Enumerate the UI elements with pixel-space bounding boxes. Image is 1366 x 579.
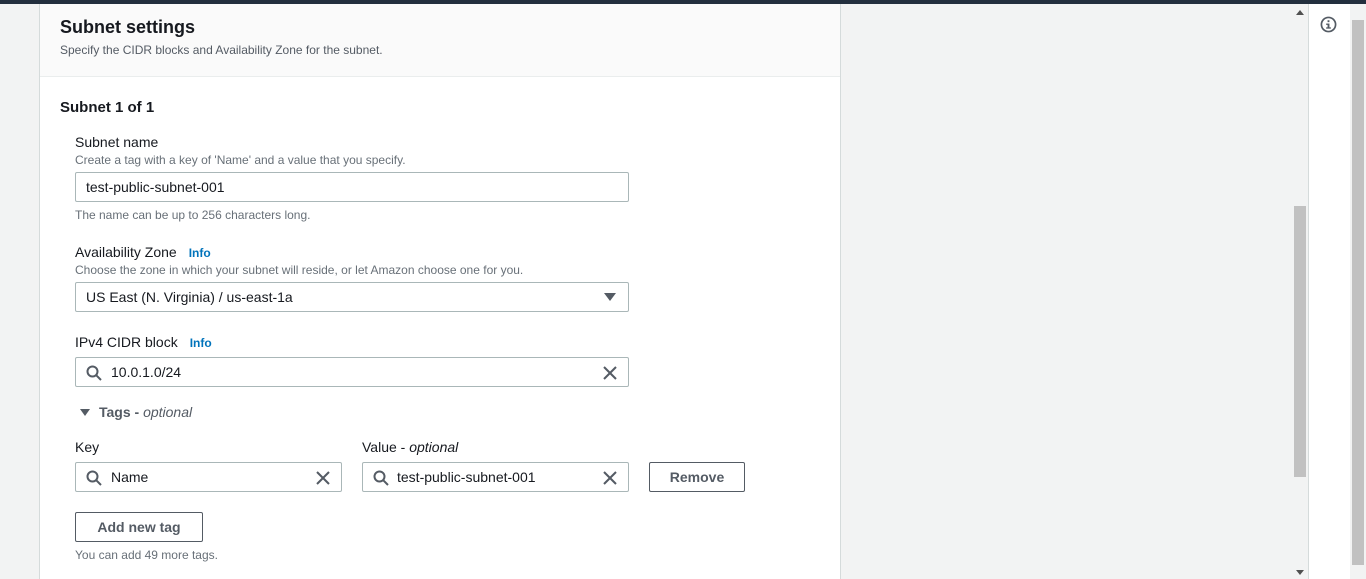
scroll-up-arrow-icon[interactable] xyxy=(1296,10,1304,15)
cidr-label-text: IPv4 CIDR block xyxy=(75,334,178,350)
close-icon[interactable] xyxy=(602,470,618,486)
main-scrollbar-thumb[interactable] xyxy=(1294,206,1306,477)
tag-value-optional: optional xyxy=(409,439,459,455)
availability-zone-info-link[interactable]: Info xyxy=(189,246,211,260)
right-scrollbar-thumb[interactable] xyxy=(1352,20,1364,565)
availability-zone-label-text: Availability Zone xyxy=(75,244,177,260)
close-icon[interactable] xyxy=(602,365,618,381)
panel-header: Subnet settings Specify the CIDR blocks … xyxy=(40,4,840,77)
search-icon xyxy=(86,365,102,381)
tags-toggle-optional: optional xyxy=(143,404,193,420)
cidr-value: 10.0.1.0/24 xyxy=(111,364,182,380)
tags-toggle-label: Tags - xyxy=(99,404,144,420)
availability-zone-label: Availability Zone Info xyxy=(75,244,211,260)
subnet-name-description: Create a tag with a key of 'Name' and a … xyxy=(75,153,406,167)
info-circle-icon[interactable] xyxy=(1320,16,1337,33)
cidr-info-link[interactable]: Info xyxy=(190,336,212,350)
page-background-area xyxy=(841,4,1308,579)
subnet-name-label: Subnet name xyxy=(75,134,159,150)
tag-value-input[interactable]: test-public-subnet-001 xyxy=(362,462,629,492)
remove-tag-button[interactable]: Remove xyxy=(649,462,745,492)
cidr-input[interactable]: 10.0.1.0/24 xyxy=(75,357,629,387)
tag-value-label-text: Value - xyxy=(362,439,410,455)
availability-zone-description: Choose the zone in which your subnet wil… xyxy=(75,263,524,277)
cidr-label: IPv4 CIDR block Info xyxy=(75,334,212,350)
subnet-settings-panel: Subnet settings Specify the CIDR blocks … xyxy=(39,4,841,579)
search-icon xyxy=(373,470,389,486)
close-icon[interactable] xyxy=(315,470,331,486)
subnet-heading: Subnet 1 of 1 xyxy=(60,99,155,116)
scroll-down-arrow-icon[interactable] xyxy=(1296,570,1304,575)
page-title: Subnet settings xyxy=(60,17,196,37)
tag-value-value: test-public-subnet-001 xyxy=(397,469,536,485)
caret-down-icon xyxy=(604,293,616,301)
add-new-tag-button[interactable]: Add new tag xyxy=(75,512,203,542)
subnet-name-value: test-public-subnet-001 xyxy=(86,179,225,195)
subnet-name-constraint: The name can be up to 256 characters lon… xyxy=(75,208,311,222)
tag-key-value: Name xyxy=(111,469,149,485)
availability-zone-select[interactable]: US East (N. Virginia) / us-east-1a xyxy=(75,282,629,312)
availability-zone-value: US East (N. Virginia) / us-east-1a xyxy=(86,289,293,305)
search-icon xyxy=(86,470,102,486)
tags-toggle[interactable]: Tags - optional xyxy=(80,404,192,420)
section-description: Specify the CIDR blocks and Availability… xyxy=(60,43,383,57)
tags-remaining-text: You can add 49 more tags. xyxy=(75,548,218,562)
tag-key-input[interactable]: Name xyxy=(75,462,342,492)
tag-key-label: Key xyxy=(75,439,100,455)
subnet-name-input[interactable]: test-public-subnet-001 xyxy=(75,172,629,202)
tag-value-label: Value - optional xyxy=(362,439,458,455)
caret-down-icon xyxy=(80,408,90,416)
